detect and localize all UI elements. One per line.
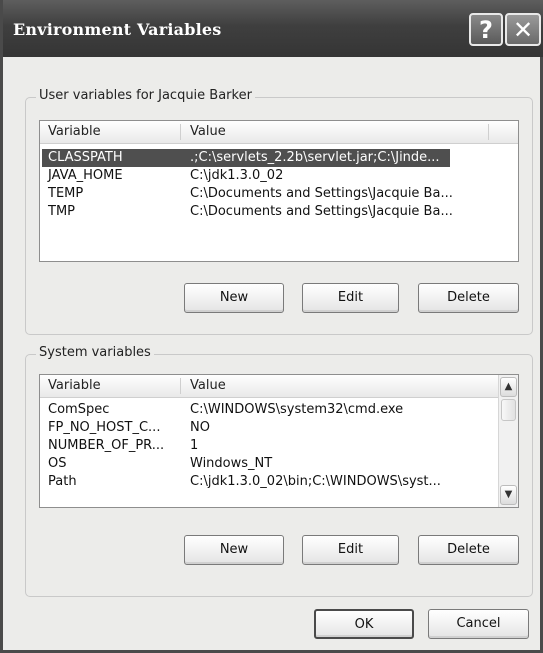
list-item[interactable]: CLASSPATH .;C:\servlets_2.2b\servlet.jar…	[42, 149, 450, 167]
system-variables-group: System variables Variable Value ComSpec …	[25, 345, 533, 597]
list-item[interactable]: JAVA_HOME C:\jdk1.3.0_02	[42, 167, 512, 185]
column-divider[interactable]	[180, 124, 181, 140]
chevron-up-icon: ▲	[504, 381, 513, 392]
chevron-down-icon: ▼	[504, 489, 513, 500]
list-item[interactable]: TMP C:\Documents and Settings\Jacquie Ba…	[42, 203, 512, 221]
variable-name: TMP	[48, 204, 75, 219]
variable-value: 1	[190, 438, 199, 453]
variable-value: NO	[190, 420, 210, 435]
list-item[interactable]: OS Windows_NT	[42, 455, 497, 473]
variable-name: ComSpec	[48, 402, 110, 417]
help-button[interactable]: ?	[469, 13, 503, 46]
variable-value: C:\Documents and Settings\Jacquie Ba...	[190, 204, 453, 219]
list-item[interactable]: TEMP C:\Documents and Settings\Jacquie B…	[42, 185, 512, 203]
system-variables-label: System variables	[36, 345, 154, 360]
variable-name: FP_NO_HOST_C...	[48, 420, 161, 435]
list-item[interactable]: NUMBER_OF_PR... 1	[42, 437, 497, 455]
cancel-button[interactable]: Cancel	[428, 609, 529, 639]
list-item[interactable]: Path C:\jdk1.3.0_02\bin;C:\WINDOWS\syst.…	[42, 473, 497, 491]
variable-value: C:\jdk1.3.0_02	[190, 168, 284, 183]
user-edit-button[interactable]: Edit	[302, 283, 399, 313]
title-bar[interactable]: Environment Variables ? ✕	[3, 0, 543, 57]
scroll-down-button[interactable]: ▼	[500, 485, 517, 505]
variable-value: C:\WINDOWS\system32\cmd.exe	[190, 402, 404, 417]
user-list-header: Variable Value	[40, 121, 518, 144]
system-edit-button[interactable]: Edit	[302, 535, 399, 565]
variable-value: C:\jdk1.3.0_02\bin;C:\WINDOWS\syst...	[190, 474, 441, 489]
column-header-variable[interactable]: Variable	[40, 375, 178, 397]
list-item[interactable]: ComSpec C:\WINDOWS\system32\cmd.exe	[42, 401, 497, 419]
user-variables-group: User variables for Jacquie Barker Variab…	[25, 88, 533, 335]
user-variables-label: User variables for Jacquie Barker	[36, 88, 255, 103]
variable-value: C:\Documents and Settings\Jacquie Ba...	[190, 186, 453, 201]
system-delete-button[interactable]: Delete	[418, 535, 519, 565]
column-header-value[interactable]: Value	[182, 375, 482, 397]
environment-variables-dialog: Environment Variables ? ✕ User variables…	[0, 0, 543, 653]
system-variables-list[interactable]: Variable Value ComSpec C:\WINDOWS\system…	[39, 374, 519, 508]
variable-name: CLASSPATH	[48, 150, 123, 165]
user-variables-list[interactable]: Variable Value CLASSPATH .;C:\servlets_2…	[39, 120, 519, 262]
column-divider[interactable]	[488, 124, 489, 140]
user-new-button[interactable]: New	[184, 283, 284, 313]
vertical-scrollbar[interactable]: ▲ ▼	[498, 375, 518, 507]
variable-value: Windows_NT	[190, 456, 273, 471]
column-header-variable[interactable]: Variable	[40, 121, 178, 143]
variable-value: .;C:\servlets_2.2b\servlet.jar;C:\Jinde.…	[190, 150, 440, 165]
variable-name: JAVA_HOME	[48, 168, 123, 183]
close-icon: ✕	[512, 16, 534, 44]
variable-name: OS	[48, 456, 67, 471]
variable-name: Path	[48, 474, 77, 489]
scroll-up-button[interactable]: ▲	[500, 377, 517, 397]
list-item[interactable]: FP_NO_HOST_C... NO	[42, 419, 497, 437]
user-delete-button[interactable]: Delete	[418, 283, 519, 313]
close-button[interactable]: ✕	[505, 13, 541, 46]
scroll-thumb[interactable]	[501, 399, 516, 421]
system-list-header: Variable Value	[40, 375, 499, 398]
column-header-value[interactable]: Value	[182, 121, 482, 143]
variable-name: TEMP	[48, 186, 84, 201]
ok-button[interactable]: OK	[314, 609, 414, 639]
column-divider[interactable]	[180, 378, 181, 394]
help-icon: ?	[479, 16, 493, 44]
window-title: Environment Variables	[13, 20, 222, 39]
system-new-button[interactable]: New	[184, 535, 284, 565]
variable-name: NUMBER_OF_PR...	[48, 438, 165, 453]
